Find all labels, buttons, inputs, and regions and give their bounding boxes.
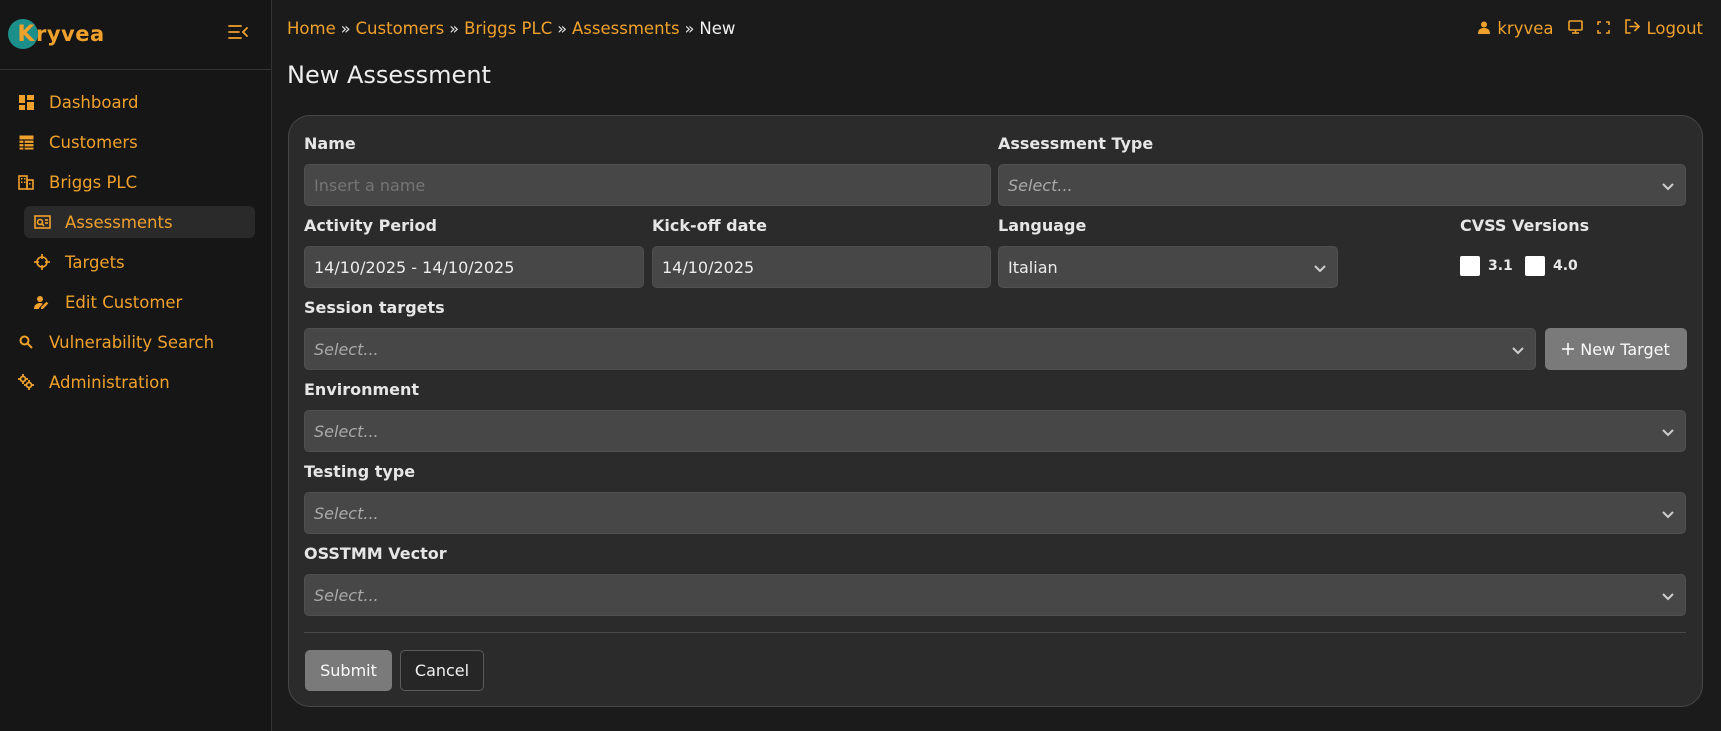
sidebar: K ryvea Dashboard Customers Briggs PLC A… [0, 0, 272, 731]
building-icon [17, 173, 35, 191]
activity-period-label: Activity Period [304, 216, 437, 235]
chevron-down-icon [1660, 424, 1676, 440]
cvss-31-option: 3.1 [1460, 256, 1513, 276]
sidebar-divider [0, 69, 272, 70]
fullscreen-button[interactable] [1596, 19, 1610, 38]
cancel-button[interactable]: Cancel [400, 650, 484, 691]
sidebar-item-dashboard[interactable]: Dashboard [17, 86, 139, 118]
chevron-down-icon [1660, 506, 1676, 522]
sidebar-item-edit-customer[interactable]: Edit Customer [33, 286, 182, 318]
sidebar-item-vulnerability-search[interactable]: Vulnerability Search [17, 326, 214, 358]
search-icon [17, 333, 35, 351]
cvss-40-label: 4.0 [1553, 258, 1578, 274]
breadcrumb-customer[interactable]: Briggs PLC [464, 19, 552, 38]
sidebar-item-label: Vulnerability Search [49, 332, 215, 352]
sidebar-item-label: Edit Customer [65, 292, 183, 312]
brand-mark: K [8, 19, 38, 49]
chevron-down-icon [1660, 588, 1676, 604]
sidebar-item-label: Customers [49, 132, 138, 152]
cvss-31-checkbox[interactable] [1460, 256, 1480, 276]
sidebar-item-label: Briggs PLC [49, 172, 138, 192]
kickoff-date-label: Kick-off date [652, 216, 767, 235]
osstmm-vector-label: OSSTMM Vector [304, 544, 447, 563]
cvss-40-checkbox[interactable] [1525, 256, 1545, 276]
language-label: Language [998, 216, 1087, 235]
session-targets-value: Select... [314, 339, 379, 359]
new-target-label: New Target [1580, 339, 1670, 359]
testing-type-value: Select... [314, 503, 379, 523]
monitor-icon [1567, 19, 1583, 38]
page-title: New Assessment [287, 61, 491, 89]
language-value: Italian [1008, 257, 1058, 277]
fullscreen-icon [1596, 19, 1610, 38]
form-divider [304, 632, 1686, 633]
sidebar-item-label: Targets [65, 252, 125, 272]
activity-period-input[interactable]: 14/10/2025 - 14/10/2025 [304, 246, 644, 288]
session-targets-select[interactable]: Select... [304, 328, 1536, 370]
username: kryvea [1497, 18, 1554, 38]
breadcrumb-separator: » [557, 18, 568, 38]
chevron-down-icon [1510, 342, 1526, 358]
breadcrumb-separator: » [449, 18, 460, 38]
sidebar-item-administration[interactable]: Administration [17, 366, 170, 398]
breadcrumb-assessments[interactable]: Assessments [572, 19, 680, 38]
user-edit-icon [33, 293, 51, 311]
logout-button[interactable]: Logout [1624, 18, 1704, 38]
chevron-down-icon [1312, 260, 1328, 276]
cvss-31-label: 3.1 [1488, 258, 1513, 274]
cvss-40-option: 4.0 [1525, 256, 1578, 276]
name-label: Name [304, 134, 356, 153]
environment-select[interactable]: Select... [304, 410, 1686, 452]
assessment-icon [33, 213, 51, 231]
collapse-sidebar-icon[interactable] [228, 24, 250, 42]
osstmm-vector-value: Select... [314, 585, 379, 605]
crosshair-icon [33, 253, 51, 271]
sidebar-item-briggs-plc[interactable]: Briggs PLC [17, 166, 137, 198]
logout-icon [1624, 18, 1640, 38]
dashboard-icon [17, 93, 35, 111]
breadcrumb-separator: » [340, 18, 351, 38]
sidebar-item-targets[interactable]: Targets [33, 246, 125, 278]
user-icon [1478, 19, 1491, 38]
brand-name: ryvea [36, 22, 105, 46]
gears-icon [17, 373, 35, 391]
plus-icon [1562, 340, 1575, 359]
activity-period-value: 14/10/2025 - 14/10/2025 [314, 257, 515, 277]
environment-label: Environment [304, 380, 420, 399]
brand-logo[interactable]: K ryvea [8, 16, 105, 52]
assessment-type-label: Assessment Type [998, 134, 1154, 153]
breadcrumb-current: New [699, 18, 736, 38]
sidebar-item-label: Administration [49, 372, 170, 392]
table-icon [17, 133, 35, 151]
assessment-type-value: Select... [1008, 175, 1073, 195]
testing-type-label: Testing type [304, 462, 416, 481]
name-input[interactable] [304, 164, 991, 206]
breadcrumb-customers[interactable]: Customers [356, 19, 445, 38]
language-select[interactable]: Italian [998, 246, 1338, 288]
testing-type-select[interactable]: Select... [304, 492, 1686, 534]
kickoff-date-input[interactable]: 14/10/2025 [652, 246, 991, 288]
sidebar-item-assessments[interactable]: Assessments [24, 206, 255, 238]
breadcrumb-separator: » [684, 18, 695, 38]
sidebar-item-label: Dashboard [49, 92, 139, 112]
breadcrumb: Home » Customers » Briggs PLC » Assessme… [287, 17, 735, 39]
user-menu[interactable]: kryvea [1478, 18, 1554, 38]
kickoff-date-value: 14/10/2025 [662, 257, 755, 277]
sidebar-item-label: Assessments [65, 212, 173, 232]
breadcrumb-home[interactable]: Home [287, 19, 336, 38]
session-targets-label: Session targets [304, 298, 445, 317]
chevron-down-icon [1660, 178, 1676, 194]
new-target-button[interactable]: New Target [1545, 328, 1687, 370]
osstmm-vector-select[interactable]: Select... [304, 574, 1686, 616]
assessment-type-select[interactable]: Select... [998, 164, 1686, 206]
monitor-button[interactable] [1567, 19, 1583, 38]
submit-button[interactable]: Submit [305, 650, 392, 691]
sidebar-item-customers[interactable]: Customers [17, 126, 138, 158]
environment-value: Select... [314, 421, 379, 441]
logout-label: Logout [1646, 18, 1704, 38]
header-actions: kryvea Logout [1478, 17, 1703, 39]
cvss-versions-label: CVSS Versions [1460, 216, 1590, 235]
